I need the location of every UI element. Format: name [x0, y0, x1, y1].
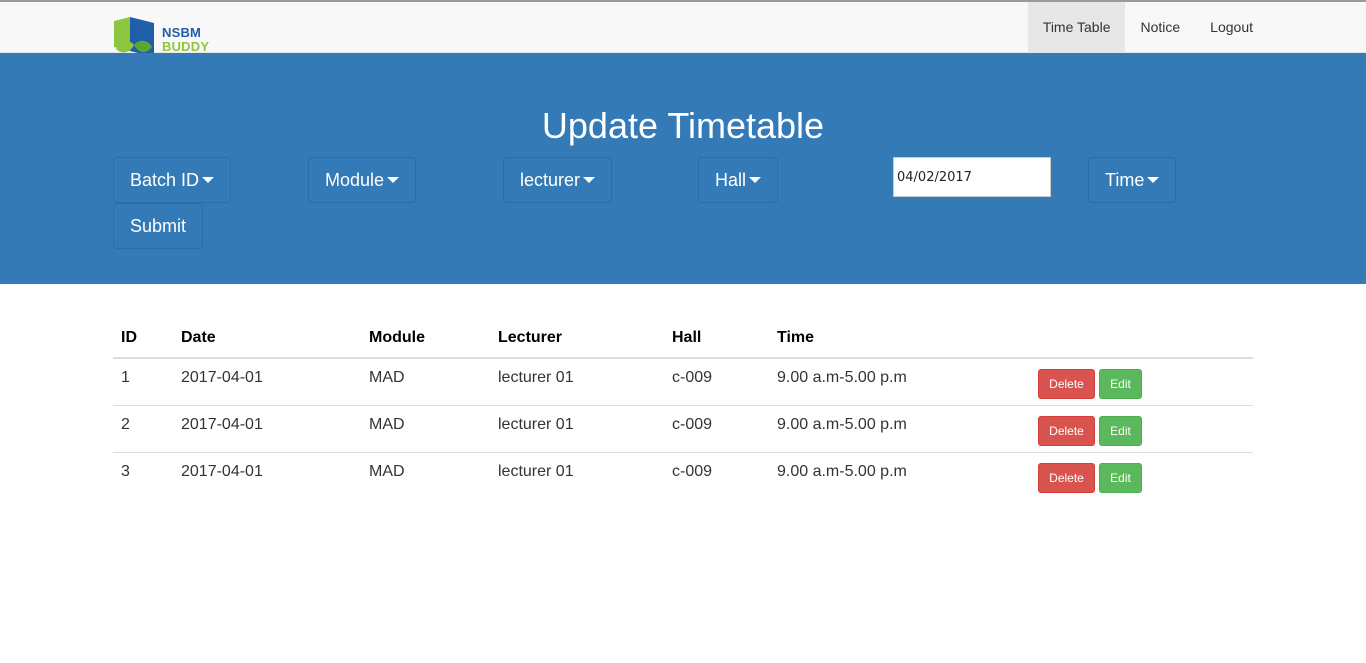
cell-lecturer: lecturer 01	[498, 463, 574, 480]
cell-id: 1	[121, 369, 130, 386]
module-dropdown[interactable]: Module	[308, 157, 417, 203]
table-row: 3 2017-04-01 MAD lecturer 01 c-009 9.00 …	[113, 453, 1253, 500]
header-date: Date	[181, 329, 216, 346]
edit-button[interactable]: Edit	[1099, 416, 1142, 446]
nav-link-logout[interactable]: Logout	[1195, 2, 1268, 53]
cell-lecturer: lecturer 01	[498, 416, 574, 433]
delete-button[interactable]: Delete	[1038, 416, 1095, 446]
cell-hall: c-009	[672, 369, 713, 386]
header-lecturer: Lecturer	[498, 329, 563, 346]
delete-button[interactable]: Delete	[1038, 369, 1095, 399]
cell-lecturer: lecturer 01	[498, 369, 574, 386]
cell-time: 9.00 a.m-5.00 p.m	[777, 416, 907, 433]
submit-button[interactable]: Submit	[113, 203, 204, 249]
submit-label: Submit	[130, 215, 187, 236]
header-time: Time	[777, 329, 815, 346]
caret-down-icon	[202, 177, 215, 183]
edit-button[interactable]: Edit	[1099, 463, 1142, 493]
cell-module: MAD	[369, 463, 405, 480]
caret-down-icon	[387, 177, 400, 183]
caret-down-icon	[1147, 177, 1160, 183]
header-module: Module	[369, 329, 425, 346]
lecturer-dropdown[interactable]: lecturer	[503, 157, 613, 203]
navbar: NSBM BUDDY Time Table Notice Logout	[0, 0, 1366, 66]
batch-id-dropdown[interactable]: Batch ID	[113, 157, 232, 203]
brand-line-1: NSBM	[162, 25, 202, 40]
time-label: Time	[1105, 169, 1145, 190]
cell-hall: c-009	[672, 463, 713, 480]
batch-id-label: Batch ID	[130, 169, 200, 190]
time-dropdown[interactable]: Time	[1088, 157, 1177, 203]
nav-link-notice[interactable]: Notice	[1125, 2, 1195, 53]
lecturer-label: lecturer	[520, 169, 581, 190]
cell-module: MAD	[369, 416, 405, 433]
cell-date: 2017-04-01	[181, 416, 263, 433]
cell-date: 2017-04-01	[181, 369, 263, 386]
cell-id: 2	[121, 416, 130, 433]
brand-text: NSBM BUDDY	[162, 26, 209, 54]
page-title: Update Timetable	[541, 105, 825, 146]
hero-panel: Update Timetable Batch ID Module lecture…	[0, 53, 1366, 284]
edit-button[interactable]: Edit	[1099, 369, 1142, 399]
cell-id: 3	[121, 463, 130, 480]
nav-links: Time Table Notice Logout	[1027, 2, 1268, 53]
hall-dropdown[interactable]: Hall	[698, 157, 779, 203]
caret-down-icon	[749, 177, 762, 183]
nav-link-time-table[interactable]: Time Table	[1027, 2, 1126, 53]
cell-time: 9.00 a.m-5.00 p.m	[777, 463, 907, 480]
hall-label: Hall	[715, 169, 747, 190]
table-row: 2 2017-04-01 MAD lecturer 01 c-009 9.00 …	[113, 406, 1253, 453]
header-hall: Hall	[672, 329, 702, 346]
brand-line-2: BUDDY	[162, 39, 210, 54]
cell-module: MAD	[369, 369, 405, 386]
module-label: Module	[325, 169, 385, 190]
table-row: 1 2017-04-01 MAD lecturer 01 c-009 9.00 …	[113, 359, 1253, 406]
caret-down-icon	[583, 177, 596, 183]
header-id: ID	[121, 329, 137, 346]
cell-date: 2017-04-01	[181, 463, 263, 480]
cell-time: 9.00 a.m-5.00 p.m	[777, 369, 907, 386]
delete-button[interactable]: Delete	[1038, 463, 1095, 493]
cell-hall: c-009	[672, 416, 713, 433]
date-input[interactable]	[893, 157, 1051, 197]
